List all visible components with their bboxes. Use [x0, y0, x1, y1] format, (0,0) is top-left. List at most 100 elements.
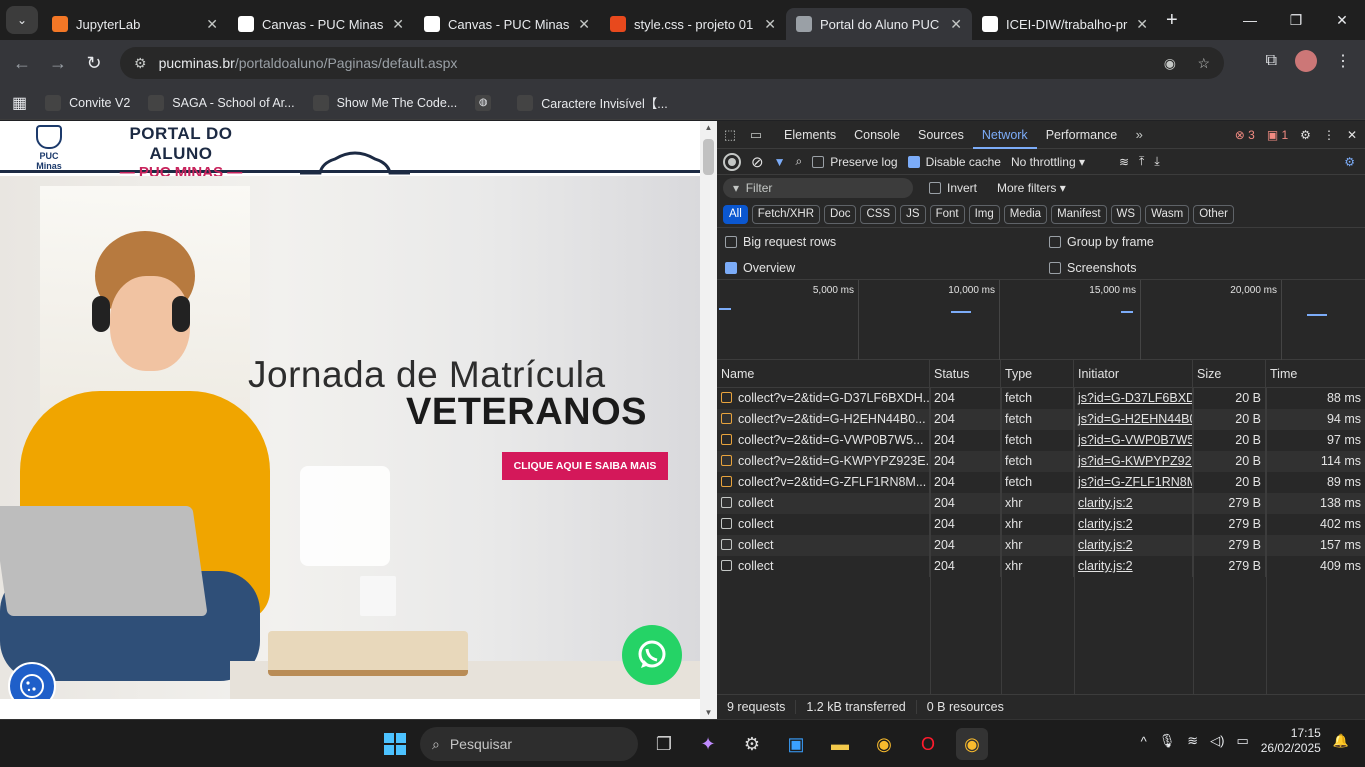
start-button[interactable] [384, 733, 406, 755]
eye-off-icon[interactable]: ◉ [1164, 55, 1176, 72]
settings-icon[interactable]: ⚙ [736, 728, 768, 760]
overview-checkbox[interactable]: Overview [725, 261, 795, 275]
devtools-tab-sources[interactable]: Sources [909, 121, 973, 149]
browser-tab-5[interactable]: ICEI-DIW/trabalho-pr ✕ [972, 8, 1158, 40]
request-initiator-link[interactable]: js?id=G-ZFLF1RN8MD [1074, 472, 1193, 493]
request-name[interactable]: collect [717, 535, 930, 556]
page-scrollbar[interactable]: ▲ ▼ [700, 121, 717, 719]
apps-icon[interactable]: ▦ [12, 93, 27, 113]
puc-logo[interactable]: PUC Minas [26, 125, 72, 171]
request-initiator-link[interactable]: clarity.js:2 [1074, 535, 1193, 556]
search-icon[interactable]: ⌕ [795, 154, 802, 169]
request-initiator-link[interactable]: js?id=G-D37LF6BXDH [1074, 388, 1193, 409]
devtools-tab-network[interactable]: Network [972, 121, 1037, 149]
request-initiator-link[interactable]: js?id=G-H2EHN44B05 [1074, 409, 1193, 430]
request-row[interactable]: collect 204 xhr clarity.js:2 279 B 157 ms [717, 535, 1365, 556]
filter-input[interactable]: ▾ Filter [723, 178, 913, 198]
close-window-icon[interactable]: ✕ [1319, 0, 1365, 40]
type-filter-all[interactable]: All [723, 204, 748, 224]
devtools-tab-elements[interactable]: Elements [775, 121, 845, 149]
more-tabs-icon[interactable]: » [1126, 127, 1152, 142]
devtools-tab-performance[interactable]: Performance [1037, 121, 1127, 149]
request-initiator-link[interactable]: js?id=G-KWPYPZ923E [1074, 451, 1193, 472]
tab-close-icon[interactable]: ✕ [578, 16, 590, 33]
browser-tab-4[interactable]: Portal do Aluno PUC ✕ [786, 8, 972, 40]
device-toolbar-icon[interactable]: ▭ [743, 127, 769, 143]
tab-close-icon[interactable]: ✕ [764, 16, 776, 33]
hero-banner[interactable]: Jornada de Matrícula VETERANOS CLIQUE AQ… [0, 176, 700, 699]
more-filters-dropdown[interactable]: More filters ▾ [997, 181, 1066, 195]
type-filter-doc[interactable]: Doc [824, 204, 857, 224]
minimize-icon[interactable]: — [1227, 0, 1273, 40]
request-row[interactable]: collect 204 xhr clarity.js:2 279 B 402 ms [717, 514, 1365, 535]
tab-close-icon[interactable]: ✕ [206, 16, 218, 33]
request-row[interactable]: collect?v=2&tid=G-H2EHN44B0... 204 fetch js… [717, 409, 1365, 430]
menu-icon[interactable]: ⋮ [1335, 51, 1351, 71]
forward-icon[interactable]: → [40, 53, 76, 74]
request-name[interactable]: collect?v=2&tid=G-KWPYPZ923E... [717, 451, 930, 472]
column-header-initiator[interactable]: Initiator [1074, 360, 1193, 387]
chrome-icon[interactable]: ◉ [868, 728, 900, 760]
opera-icon[interactable]: O [912, 728, 944, 760]
show-hidden-icons[interactable]: ^ [1141, 734, 1147, 749]
request-row[interactable]: collect 204 xhr clarity.js:2 279 B 138 ms [717, 493, 1365, 514]
type-filter-other[interactable]: Other [1193, 204, 1234, 224]
request-name[interactable]: collect?v=2&tid=G-D37LF6BXDH... [717, 388, 930, 409]
file-explorer-icon[interactable]: ▬ [824, 728, 856, 760]
request-name[interactable]: collect?v=2&tid=G-ZFLF1RN8M... [717, 472, 930, 493]
preserve-log-checkbox[interactable]: Preserve log [812, 155, 898, 169]
column-header-name[interactable]: Name [717, 360, 930, 387]
profile-avatar[interactable] [1295, 50, 1317, 72]
inspect-element-icon[interactable]: ⬚ [717, 127, 743, 143]
error-count[interactable]: ⊗ 3 [1235, 128, 1255, 142]
browser-tab-1[interactable]: Canvas - PUC Minas ✕ [228, 8, 414, 40]
site-info-icon[interactable]: ⚙ [134, 55, 147, 72]
request-row[interactable]: collect?v=2&tid=G-VWP0B7W5... 204 fetch js?… [717, 430, 1365, 451]
request-name[interactable]: collect?v=2&tid=G-H2EHN44B0... [717, 409, 930, 430]
extensions-icon[interactable]: ⧉ [1266, 52, 1277, 70]
throttling-select[interactable]: No throttling ▾ [1011, 155, 1109, 169]
filter-funnel-icon[interactable]: ▼ [774, 155, 786, 169]
bookmark-item[interactable]: Show Me The Code... [312, 93, 457, 112]
column-header-size[interactable]: Size [1193, 360, 1266, 387]
column-header-type[interactable]: Type [1001, 360, 1074, 387]
devtools-tab-console[interactable]: Console [845, 121, 909, 149]
type-filter-js[interactable]: JS [900, 204, 926, 224]
type-filter-fetch-xhr[interactable]: Fetch/XHR [751, 204, 821, 224]
new-tab-button[interactable]: + [1166, 9, 1178, 32]
request-row[interactable]: collect?v=2&tid=G-D37LF6BXDH... 204 fetch j… [717, 388, 1365, 409]
invert-checkbox[interactable]: Invert [929, 181, 977, 195]
request-name[interactable]: collect [717, 493, 930, 514]
disable-cache-checkbox[interactable]: Disable cache [907, 155, 1001, 169]
request-initiator-link[interactable]: clarity.js:2 [1074, 556, 1193, 577]
tab-close-icon[interactable]: ✕ [950, 16, 962, 33]
bookmark-item[interactable]: Caractere Invisível【... [517, 93, 668, 112]
scrollbar-thumb[interactable] [703, 139, 714, 175]
issue-count[interactable]: ▣ 1 [1267, 128, 1288, 142]
chrome-canary-icon[interactable]: ◉ [956, 728, 988, 760]
request-initiator-link[interactable]: clarity.js:2 [1074, 514, 1193, 535]
maximize-icon[interactable]: ❐ [1273, 0, 1319, 40]
request-row[interactable]: collect?v=2&tid=G-KWPYPZ923E... 204 fetch j… [717, 451, 1365, 472]
type-filter-media[interactable]: Media [1003, 204, 1048, 224]
bookmark-item[interactable]: Convite V2 [45, 93, 130, 112]
tab-close-icon[interactable]: ✕ [1136, 16, 1148, 33]
store-icon[interactable]: ▣ [780, 728, 812, 760]
request-initiator-link[interactable]: js?id=G-VWP0B7W5M [1074, 430, 1193, 451]
export-har-icon[interactable]: ⤓ [1154, 154, 1159, 169]
tab-close-icon[interactable]: ✕ [392, 16, 404, 33]
type-filter-manifest[interactable]: Manifest [1051, 204, 1107, 224]
copilot-icon[interactable]: ✦ [692, 728, 724, 760]
request-initiator-link[interactable]: clarity.js:2 [1074, 493, 1193, 514]
close-devtools-icon[interactable]: ✕ [1347, 128, 1357, 142]
type-filter-css[interactable]: CSS [860, 204, 897, 224]
bookmark-item[interactable]: ◍ [475, 93, 499, 112]
reload-icon[interactable]: ↻ [76, 53, 112, 74]
import-har-icon[interactable]: ⤒ [1139, 154, 1144, 169]
timeline-overview[interactable]: 5,000 ms 10,000 ms 15,000 ms 20,000 ms [717, 280, 1365, 360]
bookmark-star-icon[interactable]: ☆ [1197, 55, 1210, 72]
devtools-menu-icon[interactable]: ⋮ [1323, 128, 1335, 142]
volume-icon[interactable]: ◁) [1210, 733, 1224, 749]
tab-search-button[interactable]: ⌄ [6, 6, 38, 34]
wifi-icon[interactable]: ≋ [1187, 733, 1198, 749]
